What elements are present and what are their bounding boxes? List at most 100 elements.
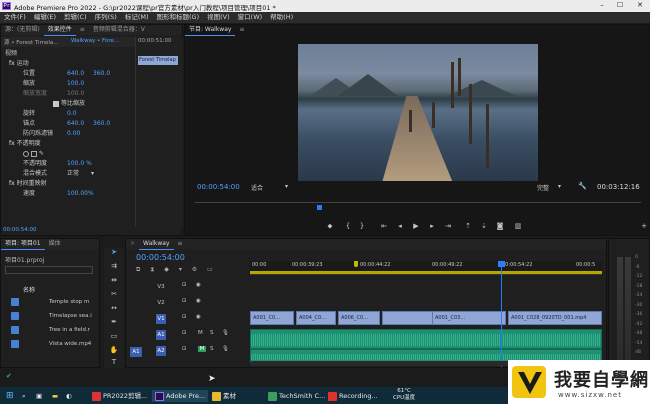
taskbar-app-pr-course[interactable]: PR2022剪辑...	[92, 390, 147, 402]
speed-value[interactable]: 100.00%	[67, 189, 94, 198]
mark-out-icon[interactable]: }	[357, 222, 367, 230]
minimize-button[interactable]: –	[594, 1, 610, 11]
chevron-down-icon[interactable]: ▾	[91, 169, 94, 178]
microphone-icon[interactable]: 🎙	[222, 346, 229, 352]
menu-markers[interactable]: 标记(M)	[121, 12, 153, 23]
time-remap-label[interactable]: 时间重映射	[17, 180, 47, 187]
tab-audio-mixer[interactable]: 音频剪辑混合器：V	[89, 25, 149, 35]
slip-tool-icon[interactable]: ↔	[109, 304, 119, 312]
taskbar-app-folder[interactable]: 素材	[212, 390, 236, 402]
film-sync-icon[interactable]: ⊡	[182, 346, 187, 352]
track-header-a2[interactable]: A2 ⊡ M S 🎙	[126, 343, 236, 359]
taskbar-app-recording[interactable]: Recording...	[328, 390, 378, 402]
film-sync-icon[interactable]: ⊡	[182, 314, 187, 320]
comparison-view-icon[interactable]: ▥	[513, 222, 523, 230]
track-header-v3[interactable]: V3 ⊡ ◉	[126, 279, 236, 295]
opacity-value[interactable]: 100.0 %	[67, 159, 92, 168]
lift-icon[interactable]: ⇡	[463, 222, 473, 230]
file-explorer-icon[interactable]: ▬	[52, 390, 58, 402]
work-area-bar[interactable]	[250, 271, 602, 274]
uniform-scale-checkbox[interactable]	[53, 100, 59, 107]
timeline-timecode[interactable]: 00:00:54:00	[136, 253, 185, 262]
add-marker-icon[interactable]: ⬥	[325, 222, 335, 231]
film-sync-icon[interactable]: ⊡	[182, 298, 187, 304]
pen-mask-icon[interactable]: ✎	[39, 150, 44, 157]
type-tool-icon[interactable]: T	[109, 358, 119, 366]
close-button[interactable]: ✕	[632, 1, 648, 11]
solo-button[interactable]: S	[210, 346, 214, 352]
audio-clip[interactable]	[250, 329, 602, 349]
taskbar-app-techsmith[interactable]: TechSmith C...	[268, 390, 325, 402]
timeline-menu-icon[interactable]: ≡	[174, 239, 187, 249]
rectangle-mask-icon[interactable]	[30, 150, 37, 157]
pen-tool-icon[interactable]: ✒	[109, 318, 119, 326]
source-patch-a1[interactable]: A1	[130, 347, 142, 357]
menu-window[interactable]: 窗口(W)	[234, 12, 267, 23]
menu-view[interactable]: 视图(V)	[203, 12, 234, 23]
program-timecode[interactable]: 00:00:54:00	[197, 183, 240, 191]
list-item[interactable]: Vista wide.mp4	[7, 339, 93, 350]
go-to-out-icon[interactable]: ⇥	[443, 222, 453, 230]
hand-tool-icon[interactable]: ✋	[109, 346, 119, 354]
mark-in-icon[interactable]: {	[343, 222, 353, 230]
source-clip-label[interactable]: 源 • Forest Timela...	[4, 38, 58, 46]
cpu-temp-widget[interactable]: 61°C CPU温度	[393, 388, 415, 401]
selection-tool-icon[interactable]: ➤	[109, 248, 119, 256]
program-video-frame[interactable]	[298, 44, 538, 181]
video-clip[interactable]: A004_C0...	[296, 311, 336, 325]
list-item[interactable]: Temple stop m	[7, 297, 93, 308]
menu-edit[interactable]: 编辑(E)	[30, 12, 60, 23]
close-icon[interactable]: ✕	[126, 239, 139, 249]
video-clip[interactable]: A001_C03...	[432, 311, 506, 325]
wrench-icon[interactable]: 🔧	[578, 182, 587, 190]
ellipse-mask-icon[interactable]	[23, 150, 29, 157]
position-y-value[interactable]: 360.0	[93, 69, 110, 78]
list-item[interactable]: Tree in a field.r	[7, 325, 93, 336]
menu-graphics[interactable]: 图形和标题(G)	[153, 12, 204, 23]
extract-icon[interactable]: ⇣	[479, 222, 489, 230]
playhead-handle[interactable]	[498, 261, 505, 267]
edge-browser-icon[interactable]: ◐	[66, 390, 72, 402]
microphone-icon[interactable]: 🎙	[222, 330, 229, 336]
tab-media-browser[interactable]: 媒体	[45, 239, 65, 249]
mute-button[interactable]: M	[198, 346, 206, 352]
scale-value[interactable]: 100.0	[67, 79, 84, 88]
opacity-section-label[interactable]: 不透明度	[17, 140, 41, 147]
tab-project[interactable]: 项目: 项目01	[1, 239, 45, 250]
razor-tool-icon[interactable]: ✂	[109, 290, 119, 298]
menu-file[interactable]: 文件(F)	[0, 12, 30, 23]
step-back-icon[interactable]: ◂	[395, 222, 405, 230]
windows-start-icon[interactable]: ⊞	[6, 390, 14, 402]
fit-select[interactable]: 适合	[251, 183, 263, 192]
panel-menu-icon[interactable]: ≡	[76, 25, 89, 35]
menu-sequence[interactable]: 序列(S)	[91, 12, 121, 23]
program-menu-icon[interactable]: ≡	[235, 25, 248, 35]
track-header-v2[interactable]: V2 ⊡ ◉	[126, 295, 236, 311]
rectangle-tool-icon[interactable]: ▭	[109, 332, 119, 340]
menu-help[interactable]: 帮助(H)	[266, 12, 297, 23]
film-sync-icon[interactable]: ⊡	[182, 330, 187, 336]
program-scrubber[interactable]	[195, 202, 641, 203]
eye-icon[interactable]: ◉	[196, 298, 201, 304]
ripple-edit-tool-icon[interactable]: ⇹	[109, 276, 119, 284]
solo-button[interactable]: S	[210, 330, 214, 336]
timeline-marker[interactable]	[354, 261, 358, 267]
step-forward-icon[interactable]: ▸	[427, 222, 437, 230]
anchor-x-value[interactable]: 640.0	[67, 119, 84, 128]
track-header-v1[interactable]: V1 ⊡ ◉	[126, 311, 236, 327]
video-clip[interactable]: A001_C0...	[250, 311, 294, 325]
maximize-button[interactable]: ☐	[612, 1, 628, 11]
add-button-icon[interactable]: +	[639, 222, 649, 230]
eye-icon[interactable]: ◉	[196, 282, 201, 288]
play-icon[interactable]: ▶	[411, 222, 421, 230]
video-clip[interactable]: A006_C0...	[338, 311, 380, 325]
quality-select[interactable]: 完整	[537, 183, 549, 192]
list-item[interactable]: Timelapse sea.i	[7, 311, 93, 322]
timeline-playhead[interactable]	[501, 261, 502, 367]
track-select-tool-icon[interactable]: ⇉	[109, 262, 119, 270]
sequence-clip-label[interactable]: Walkway • Fore...	[71, 38, 119, 44]
video-clip[interactable]: A001_C028_0920TD_001.mp4	[508, 311, 602, 325]
project-search-input[interactable]	[5, 266, 93, 274]
position-x-value[interactable]: 640.0	[67, 69, 84, 78]
go-to-in-icon[interactable]: ⇤	[379, 222, 389, 230]
